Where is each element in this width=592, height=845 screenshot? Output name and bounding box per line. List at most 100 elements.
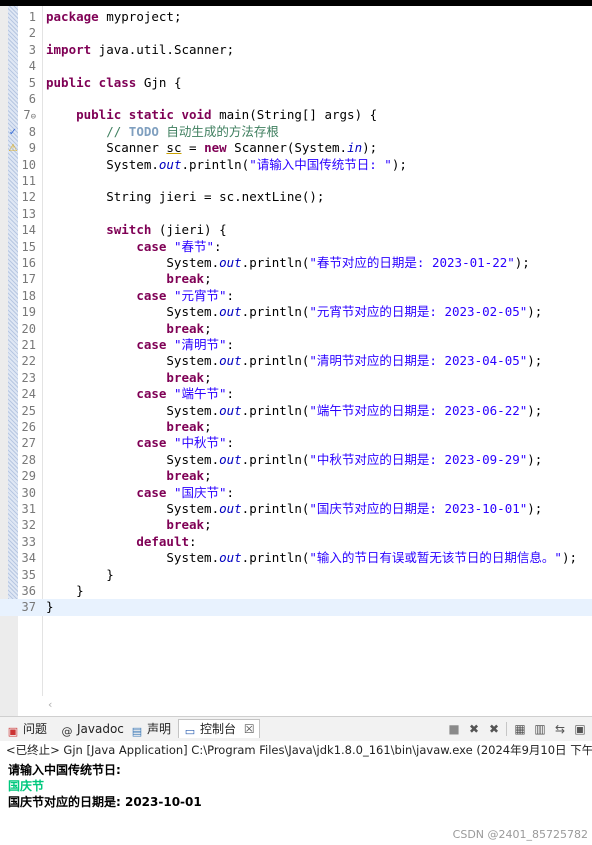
- terminate-icon[interactable]: ■: [446, 721, 462, 737]
- code-line[interactable]: 29 break;: [0, 468, 592, 484]
- code-line[interactable]: 26 break;: [0, 419, 592, 435]
- line-number: 21: [21, 338, 36, 352]
- line-number: 25: [21, 403, 36, 418]
- code-line[interactable]: 19 System.out.println("元宵节对应的日期是: 2023-0…: [0, 304, 592, 320]
- code-text: package myproject;: [46, 9, 182, 24]
- console-process-info: <已终止> Gjn [Java Application] C:\Program …: [0, 741, 592, 759]
- code-line[interactable]: 17 break;: [0, 271, 592, 287]
- line-number: 20: [21, 321, 36, 336]
- code-line[interactable]: 25 System.out.println("端午节对应的日期是: 2023-0…: [0, 403, 592, 419]
- code-line[interactable]: 37}: [0, 599, 592, 616]
- line-number: 32: [21, 518, 36, 533]
- clear-console-icon[interactable]: ▦: [512, 721, 528, 737]
- code-text: break;: [166, 517, 212, 533]
- code-line[interactable]: 36 }: [0, 583, 592, 599]
- horizontal-scrollbar[interactable]: ‹: [44, 696, 592, 714]
- line-number: 22: [21, 354, 36, 369]
- code-line[interactable]: 13: [0, 206, 592, 222]
- code-line[interactable]: 5 public class Gjn {: [0, 75, 592, 91]
- line-number: 12: [21, 190, 36, 205]
- line-number: 27: [21, 436, 36, 451]
- line-number: 14: [21, 223, 36, 238]
- line-number: 1: [28, 10, 36, 24]
- line-number: 18: [21, 288, 36, 303]
- line-number: 24: [21, 387, 36, 402]
- watermark: CSDN @2401_85725782: [452, 828, 588, 841]
- code-line[interactable]: 14 switch (jieri) {: [0, 222, 592, 238]
- code-text: System.out.println("春节对应的日期是: 2023-01-22…: [46, 255, 530, 270]
- code-line[interactable]: 16 System.out.println("春节对应的日期是: 2023-01…: [0, 255, 592, 271]
- code-line[interactable]: 35 }: [0, 567, 592, 583]
- code-line[interactable]: 27 case "中秋节":: [0, 435, 592, 451]
- line-number: 30: [21, 485, 36, 500]
- code-line[interactable]: 12 String jieri = sc.nextLine();: [0, 189, 592, 205]
- bottom-panel-tabbar: ▣ 问题 @ Javadoc ▤ 声明 ▭ 控制台 ☒ ■ ✖ ✖ ▦ ▥ ⇆ ▣: [0, 716, 592, 742]
- code-line[interactable]: 2: [0, 25, 592, 41]
- line-number: 6: [28, 92, 36, 106]
- code-line[interactable]: 9 Scanner sc = new Scanner(System.in);: [0, 140, 592, 156]
- remove-launch-icon[interactable]: ✖: [466, 721, 482, 737]
- code-text: switch (jieri) {: [106, 222, 227, 238]
- code-line[interactable]: 8 // TODO 自动生成的方法存根: [0, 124, 592, 140]
- code-line[interactable]: 32 break;: [0, 517, 592, 533]
- code-line[interactable]: 4: [0, 58, 592, 74]
- line-number: 26: [21, 420, 36, 434]
- tab-console[interactable]: ▭ 控制台 ☒: [178, 719, 260, 738]
- code-text: case "中秋节":: [136, 435, 235, 451]
- code-line[interactable]: 3 import java.util.Scanner;: [0, 42, 592, 58]
- code-text: break;: [166, 271, 212, 287]
- line-number: 4: [28, 59, 36, 74]
- line-number: 34: [21, 551, 36, 566]
- code-editor[interactable]: ✓ ⚠ 1 package myproject; 2 3 import java.uti…: [0, 6, 592, 716]
- code-text: default:: [136, 533, 197, 549]
- code-line[interactable]: 30 case "国庆节":: [0, 485, 592, 501]
- code-line[interactable]: 34 System.out.println("输入的节日有误或暂无该节日的日期信…: [0, 550, 592, 566]
- code-line[interactable]: 20 break;: [0, 321, 592, 337]
- line-number: 8: [28, 124, 36, 139]
- word-wrap-icon[interactable]: ⇆: [552, 721, 568, 737]
- tab-problems[interactable]: ▣ 问题: [6, 720, 47, 738]
- tab-declaration[interactable]: ▤ 声明: [130, 720, 171, 738]
- line-number: 15: [21, 239, 36, 254]
- code-text: case "春节":: [136, 238, 222, 254]
- line-number: 3: [28, 42, 36, 57]
- code-line[interactable]: 33 default:: [0, 534, 592, 550]
- line-number: 2: [28, 26, 36, 41]
- line-number: 13: [21, 206, 36, 221]
- pin-console-icon[interactable]: ▣: [572, 721, 588, 737]
- code-text: System.out.println("请输入中国传统节日: ");: [46, 156, 407, 172]
- fold-icon[interactable]: ⊖: [31, 112, 36, 122]
- line-number: 36: [21, 584, 36, 598]
- scroll-lock-icon[interactable]: ▥: [532, 721, 548, 737]
- code-line[interactable]: 24 case "端午节":: [0, 386, 592, 402]
- code-line[interactable]: 21 case "清明节":: [0, 337, 592, 353]
- line-number: 16: [21, 256, 36, 270]
- code-line[interactable]: 10 System.out.println("请输入中国传统节日: ");: [0, 157, 592, 173]
- code-text: System.out.println("中秋节对应的日期是: 2023-09-2…: [46, 451, 543, 467]
- code-line[interactable]: 6: [0, 91, 592, 107]
- at-icon: @: [61, 725, 73, 738]
- toolbar-separator: [506, 722, 507, 736]
- problems-icon: ▣: [7, 725, 19, 738]
- line-number: 9: [28, 141, 36, 156]
- remove-all-terminated-icon[interactable]: ✖: [486, 721, 502, 737]
- code-line[interactable]: 1 package myproject;: [0, 9, 592, 25]
- scroll-left-icon[interactable]: ‹: [48, 698, 52, 711]
- close-tab-icon[interactable]: ☒: [244, 722, 255, 736]
- code-line[interactable]: 11: [0, 173, 592, 189]
- code-line[interactable]: 15 case "春节":: [0, 239, 592, 255]
- code-text: case "端午节":: [136, 386, 235, 402]
- line-number: 23: [21, 370, 36, 385]
- code-text: case "国庆节":: [136, 484, 235, 500]
- line-number: 19: [21, 305, 36, 320]
- code-line[interactable]: 22 System.out.println("清明节对应的日期是: 2023-0…: [0, 353, 592, 369]
- code-line[interactable]: 7⊖ public static void main(String[] args…: [0, 107, 592, 123]
- code-text: case "清明节":: [136, 337, 235, 352]
- code-text: }: [46, 566, 114, 582]
- code-text: Scanner sc = new Scanner(System.in);: [46, 140, 378, 156]
- tab-javadoc[interactable]: @ Javadoc: [60, 720, 124, 738]
- code-line[interactable]: 31 System.out.println("国庆节对应的日期是: 2023-1…: [0, 501, 592, 517]
- code-line[interactable]: 23 break;: [0, 370, 592, 386]
- code-line[interactable]: 28 System.out.println("中秋节对应的日期是: 2023-0…: [0, 452, 592, 468]
- code-line[interactable]: 18 case "元宵节":: [0, 288, 592, 304]
